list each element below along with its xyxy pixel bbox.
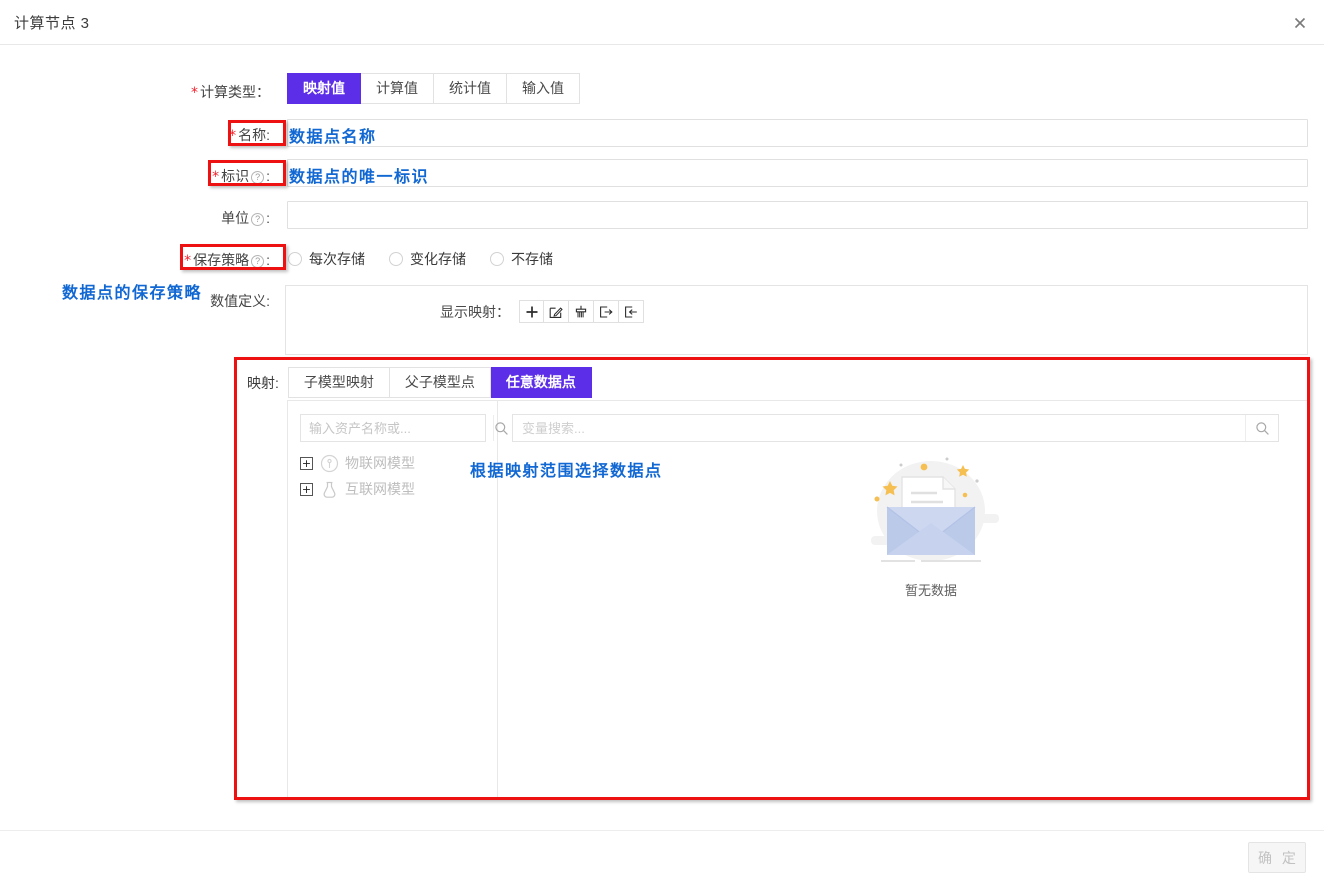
search-icon[interactable] (1245, 415, 1278, 441)
question-circle-icon[interactable]: ? (251, 213, 265, 226)
edit-icon[interactable] (544, 300, 569, 323)
asset-tree-pane: + 物联网模型 + 互联网模型 (288, 401, 508, 797)
mapping-icon-group[interactable] (519, 300, 644, 323)
empty-state-text: 暂无数据 (904, 583, 957, 598)
import-icon[interactable] (619, 300, 644, 323)
value-definition-panel (285, 285, 1308, 355)
dialog-footer: 确 定 (0, 830, 1324, 884)
question-circle-icon[interactable]: ? (251, 255, 265, 268)
tree-item-1[interactable]: + 互联网模型 (300, 479, 415, 499)
name-label: * 名称: (229, 127, 270, 144)
save-policy-option-0[interactable]: 每次存储 (288, 249, 365, 269)
search-icon[interactable] (493, 415, 509, 441)
asset-search[interactable] (300, 414, 508, 442)
name-input[interactable] (287, 119, 1308, 147)
datapoint-picker: + 物联网模型 + 互联网模型 (287, 400, 1308, 798)
radio-icon (288, 252, 302, 266)
clear-icon[interactable] (569, 300, 594, 323)
tree-item-label: 物联网模型 (345, 455, 415, 471)
required-marker: * (184, 253, 192, 269)
display-mapping-label: 显示映射： (440, 303, 510, 320)
confirm-button[interactable]: 确 定 (1248, 842, 1306, 873)
unit-input[interactable] (287, 201, 1308, 229)
radio-icon (389, 252, 403, 266)
page-title: 计算节点 3 (14, 15, 90, 32)
iot-model-icon (320, 453, 339, 473)
plus-icon[interactable] (519, 300, 544, 323)
empty-state: 暂无数据 (846, 451, 1016, 599)
dialog-header: 计算节点 3 (0, 0, 1324, 45)
mapping-tab-0[interactable]: 子模型映射 (287, 367, 390, 398)
identifier-label: * 标识?: (212, 168, 270, 185)
calc-type-option-0[interactable]: 映射值 (287, 73, 361, 104)
tree-item-label: 互联网模型 (345, 481, 415, 497)
asset-search-input[interactable] (301, 415, 493, 441)
required-marker: * (229, 128, 237, 144)
display-mapping-toolbar: 显示映射： (440, 300, 644, 323)
radio-icon (490, 252, 504, 266)
calc-type-option-3[interactable]: 输入值 (507, 73, 580, 104)
calc-type-option-1[interactable]: 计算值 (361, 73, 434, 104)
save-policy-option-2[interactable]: 不存储 (490, 249, 553, 269)
variable-search-input[interactable] (513, 415, 1245, 441)
save-policy-label: * 保存策略?: (184, 252, 270, 269)
mapping-label: 映射: (247, 374, 279, 391)
question-circle-icon[interactable]: ? (251, 171, 265, 184)
mapping-tab-2[interactable]: 任意数据点 (490, 367, 592, 398)
mapping-row: 映射: 子模型映射 父子模型点 任意数据点 (247, 367, 592, 398)
calc-type-segmented[interactable]: 映射值 计算值 统计值 输入值 (287, 73, 580, 104)
export-icon[interactable] (594, 300, 619, 323)
value-def-label: 数值定义: (210, 293, 270, 309)
mapping-tab-1[interactable]: 父子模型点 (389, 367, 491, 398)
required-marker: * (212, 169, 220, 185)
save-policy-option-1[interactable]: 变化存储 (389, 249, 466, 269)
required-marker: * (191, 85, 198, 101)
save-policy-radio-group[interactable]: 每次存储 变化存储 不存储 (288, 249, 569, 269)
calc-type-label: * 计算类型： (191, 84, 270, 101)
expand-icon[interactable]: + (300, 456, 313, 470)
close-icon[interactable] (1286, 9, 1314, 37)
empty-envelope-icon (846, 451, 1016, 576)
internet-model-icon (320, 479, 339, 499)
tree-item-0[interactable]: + 物联网模型 (300, 453, 415, 473)
variable-search[interactable] (512, 414, 1279, 442)
calc-type-option-2[interactable]: 统计值 (434, 73, 507, 104)
unit-label: 单位?: (221, 210, 270, 226)
identifier-input[interactable] (287, 159, 1308, 187)
mapping-tabs[interactable]: 子模型映射 父子模型点 任意数据点 (287, 367, 592, 398)
expand-icon[interactable]: + (300, 482, 313, 496)
